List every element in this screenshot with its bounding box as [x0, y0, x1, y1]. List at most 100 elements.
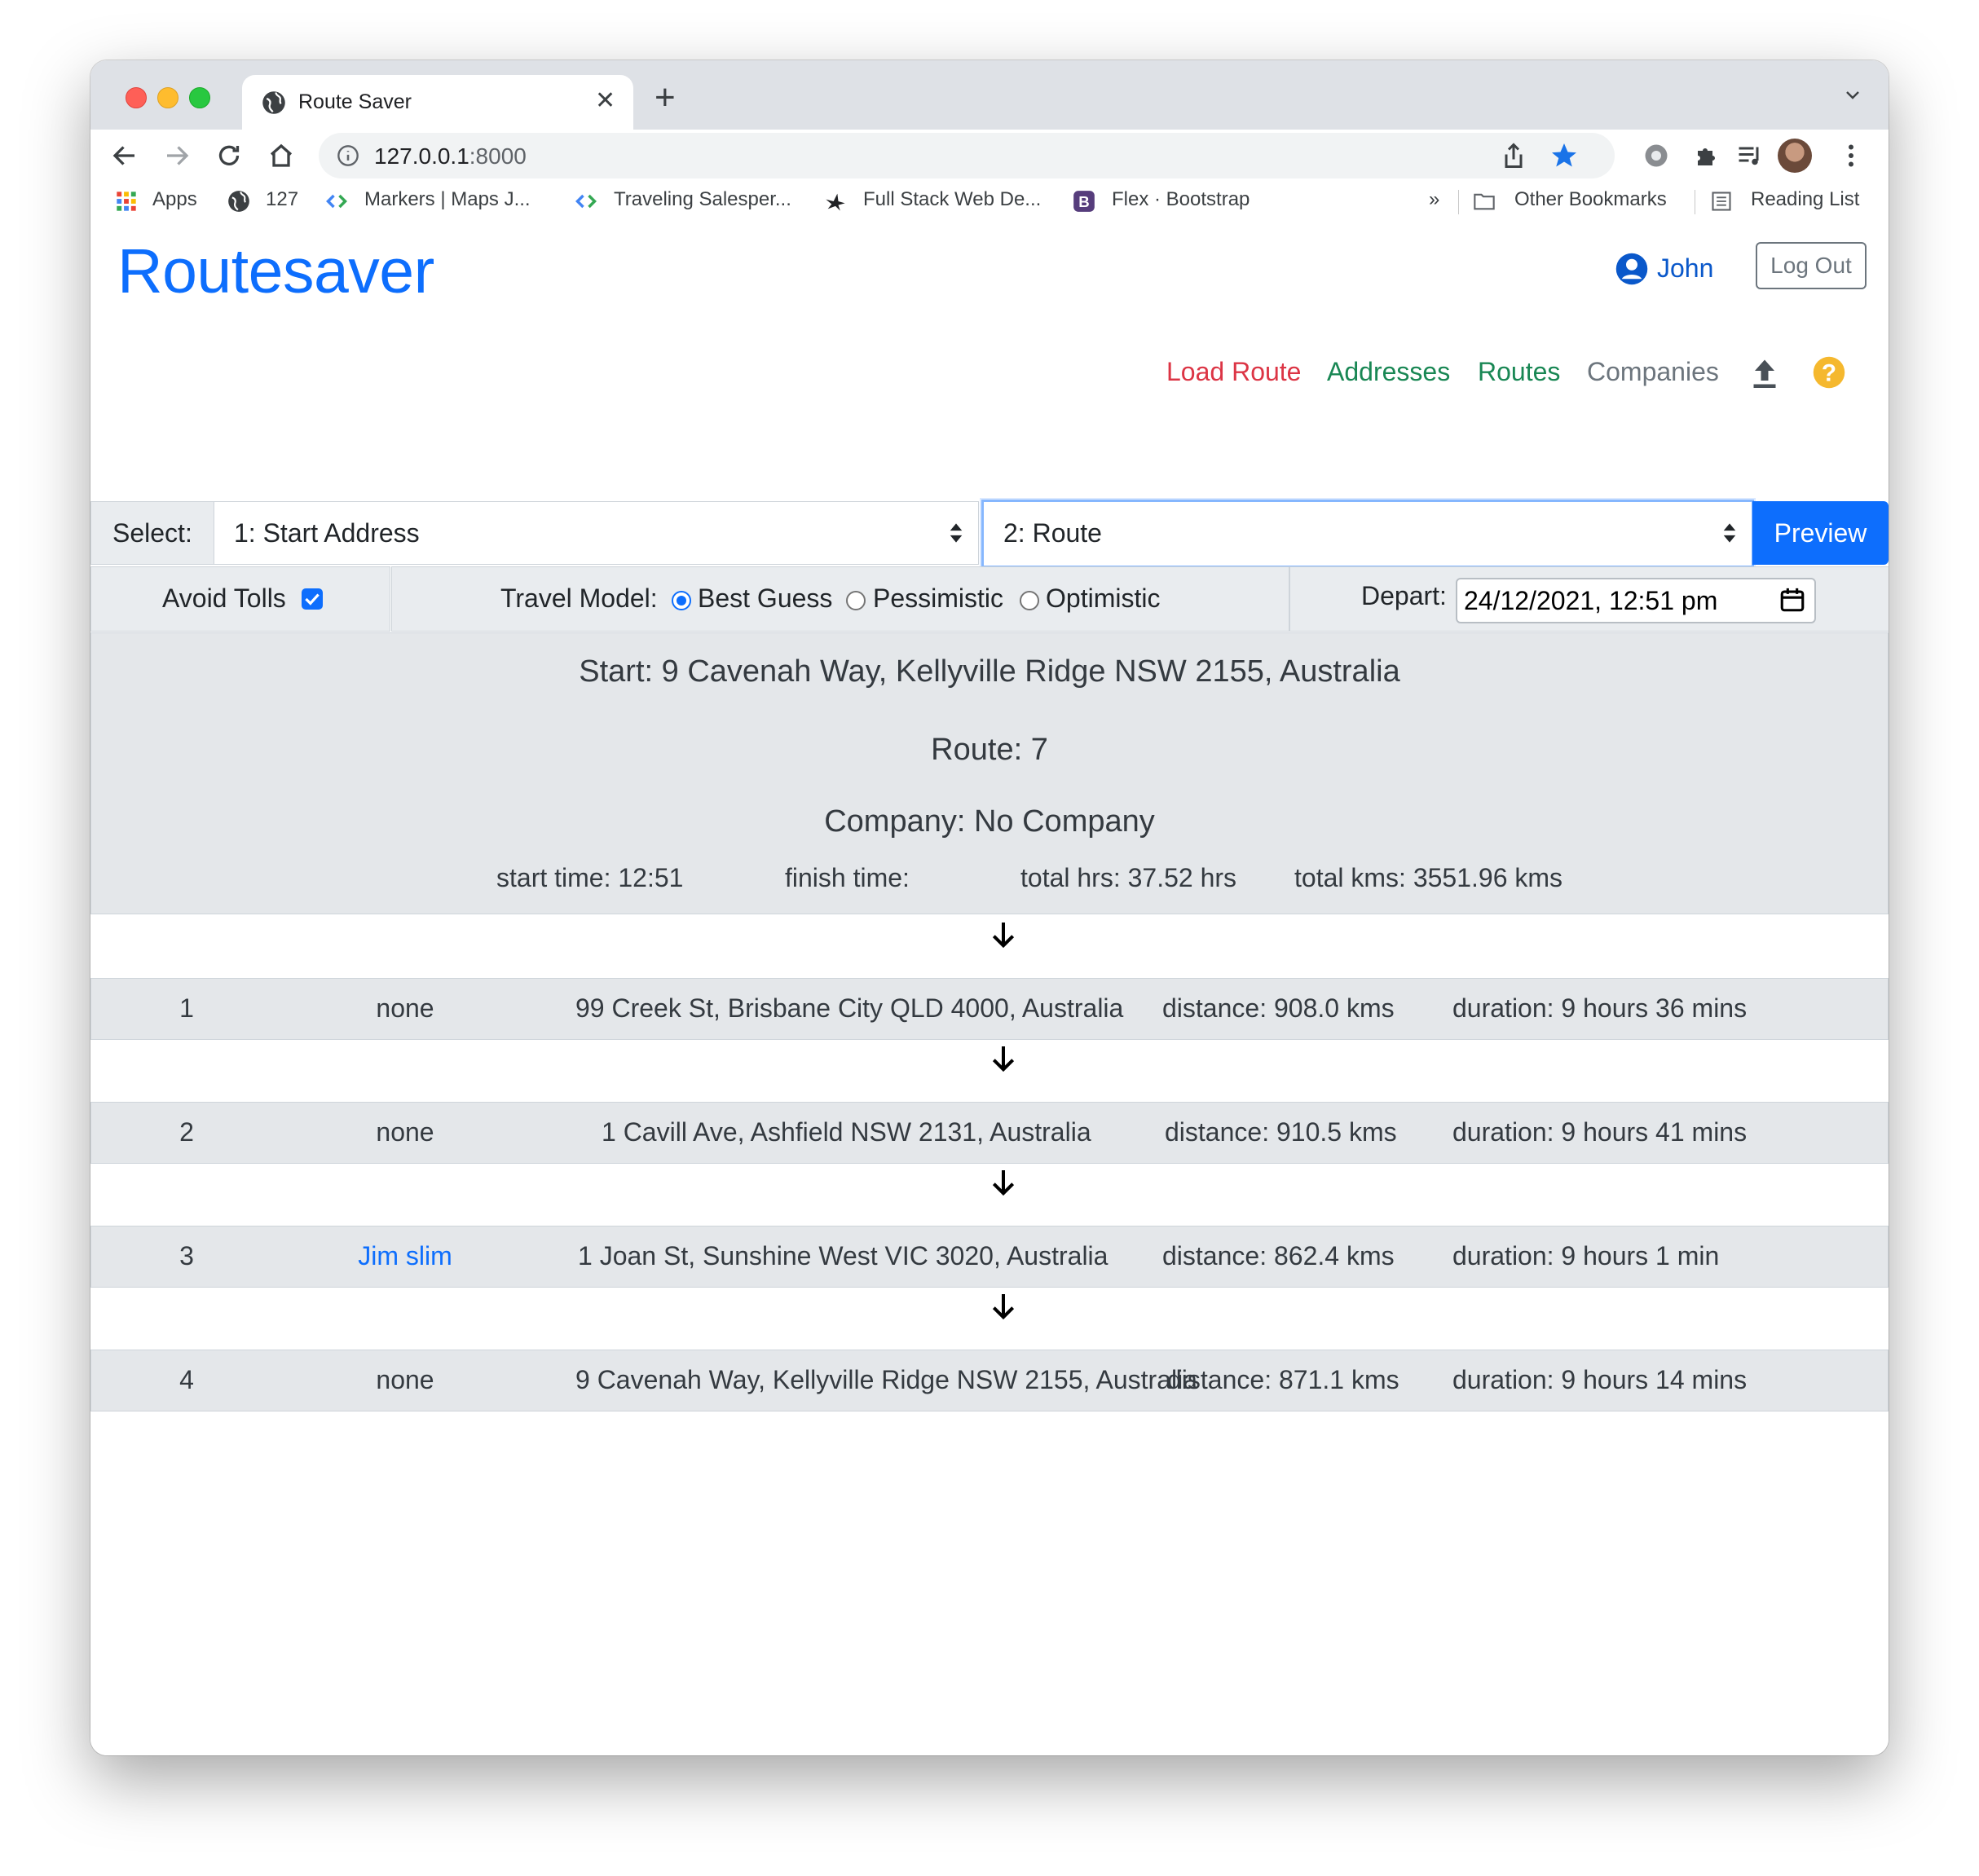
preview-button[interactable]: Preview [1752, 501, 1889, 565]
arrow-down-icon [992, 1046, 1015, 1072]
brand-logo[interactable]: Routesaver [117, 236, 434, 308]
bookmark-127[interactable]: 127 [266, 188, 298, 211]
share-icon[interactable] [1499, 141, 1528, 170]
apps-grid-icon[interactable] [115, 190, 138, 213]
globe-icon [228, 191, 249, 212]
browser-menu-icon[interactable] [1836, 141, 1866, 170]
reading-list-icon [1712, 192, 1731, 211]
stop-number: 1 [179, 993, 194, 1023]
nav-companies[interactable]: Companies [1587, 357, 1719, 387]
radio-optimistic[interactable] [1020, 591, 1039, 610]
stop-contact: none [376, 993, 434, 1023]
forward-icon[interactable] [162, 141, 192, 170]
logout-button[interactable]: Log Out [1756, 242, 1867, 289]
summary-company: Company: No Company [824, 804, 1155, 839]
stop-contact-link[interactable]: Jim slim [358, 1241, 452, 1271]
pessimistic-label[interactable]: Pessimistic [873, 583, 1003, 614]
table-row: 1 none 99 Creek St, Brisbane City QLD 40… [90, 978, 1889, 1040]
page-content: Routesaver John Log Out Load Route Addre… [90, 221, 1889, 1755]
travel-model-cell: Travel Model: Best Guess Pessimistic Opt… [391, 566, 1289, 632]
radio-best-guess[interactable] [672, 591, 691, 610]
tab-title: Route Saver [298, 90, 412, 113]
bookmarks-bar: Apps 127 Markers | Maps J... Traveling S… [90, 182, 1889, 222]
zoom-window-button[interactable] [189, 87, 210, 108]
tab-route-saver[interactable]: Route Saver ✕ [242, 75, 633, 130]
nav-addresses[interactable]: Addresses [1327, 357, 1450, 387]
back-icon[interactable] [110, 141, 139, 170]
browser-window: Route Saver ✕ + 127.0.0.1:8000 Apps 127 … [90, 60, 1889, 1755]
select-row: Select: 1: Start Address 2: Route Previe… [90, 500, 1889, 568]
user-name-link[interactable]: John [1657, 253, 1713, 284]
bookmark-fullstack[interactable]: Full Stack Web De... [863, 188, 1041, 211]
calendar-icon[interactable] [1778, 586, 1806, 614]
profile-avatar[interactable] [1778, 139, 1812, 173]
avoid-tolls-checkbox[interactable] [302, 588, 323, 610]
bookmark-flex[interactable]: Flex · Bootstrap [1112, 188, 1250, 211]
bookmark-markers[interactable]: Markers | Maps J... [364, 188, 531, 211]
tab-close-icon[interactable]: ✕ [595, 86, 615, 115]
table-row: 2 none 1 Cavill Ave, Ashfield NSW 2131, … [90, 1102, 1889, 1164]
select-caret-icon [950, 523, 963, 543]
stop-duration: duration: 9 hours 36 mins [1452, 993, 1748, 1023]
options-row: Avoid Tolls Travel Model: Best Guess Pes… [90, 566, 1889, 632]
table-row: 3 Jim slim 1 Joan St, Sunshine West VIC … [90, 1226, 1889, 1288]
globe-icon [262, 91, 285, 114]
radio-pessimistic[interactable] [846, 591, 866, 610]
media-controls-icon[interactable] [1735, 141, 1765, 170]
select-label: Select: [90, 501, 214, 565]
arrow-down-icon [992, 923, 1015, 949]
bookmark-other[interactable]: Other Bookmarks [1514, 188, 1667, 211]
stop-address: 99 Creek St, Brisbane City QLD 4000, Aus… [575, 993, 1124, 1023]
stop-distance: distance: 871.1 kms [1167, 1365, 1399, 1394]
user-circle-icon [1615, 253, 1648, 285]
stop-address: 1 Cavill Ave, Ashfield NSW 2131, Austral… [602, 1117, 1091, 1147]
stop-contact: none [376, 1365, 434, 1394]
minimize-window-button[interactable] [157, 87, 179, 108]
home-icon[interactable] [267, 141, 296, 170]
svg-text:?: ? [1822, 360, 1836, 387]
stop-distance: distance: 910.5 kms [1165, 1117, 1397, 1147]
extension-gear-icon[interactable] [1642, 141, 1671, 170]
stop-duration: duration: 9 hours 41 mins [1452, 1117, 1748, 1147]
best-guess-label[interactable]: Best Guess [698, 583, 832, 614]
google-dev-icon [326, 194, 347, 209]
nav-routes[interactable]: Routes [1478, 357, 1560, 387]
avoid-tolls-cell: Avoid Tolls [90, 566, 390, 632]
bookmark-apps[interactable]: Apps [152, 188, 197, 211]
optimistic-label[interactable]: Optimistic [1046, 583, 1160, 614]
upload-icon[interactable] [1750, 357, 1779, 390]
stop-duration: duration: 9 hours 14 mins [1452, 1365, 1748, 1394]
stop-contact: none [376, 1117, 434, 1147]
depart-datetime-input[interactable]: 24/12/2021, 12:51 pm [1456, 578, 1816, 623]
folder-icon [1474, 193, 1495, 210]
depart-label: Depart: [1361, 581, 1447, 610]
address-bar[interactable]: 127.0.0.1:8000 [319, 133, 1615, 178]
summary-total-kms: total kms: 3551.96 kms [1294, 863, 1563, 892]
table-row: 4 none 9 Cavenah Way, Kellyville Ridge N… [90, 1350, 1889, 1411]
stop-number: 4 [179, 1365, 194, 1394]
chevron-down-icon[interactable] [1843, 85, 1862, 104]
travel-model-label: Travel Model: [500, 583, 658, 613]
url-text: 127.0.0.1:8000 [374, 143, 527, 169]
more-bookmarks-button[interactable]: » [1429, 188, 1439, 211]
stop-address: 9 Cavenah Way, Kellyville Ridge NSW 2155… [575, 1365, 1198, 1394]
extensions-puzzle-icon[interactable] [1693, 141, 1722, 170]
nav-load-route[interactable]: Load Route [1166, 357, 1301, 387]
summary-start-time: start time: 12:51 [496, 863, 684, 892]
info-icon[interactable] [337, 144, 359, 167]
route-select[interactable]: 2: Route [981, 500, 1754, 568]
bird-icon [826, 193, 845, 211]
start-address-select[interactable]: 1: Start Address [214, 501, 979, 565]
summary-total-hrs: total hrs: 37.52 hrs [1020, 863, 1237, 892]
bookmark-traveling[interactable]: Traveling Salesper... [614, 188, 791, 211]
browser-toolbar: 127.0.0.1:8000 [90, 130, 1889, 182]
bookmark-reading-list[interactable]: Reading List [1751, 188, 1859, 211]
bookmark-star-icon[interactable] [1549, 141, 1579, 170]
close-window-button[interactable] [126, 87, 147, 108]
reload-icon[interactable] [214, 141, 244, 170]
new-tab-button[interactable]: + [655, 80, 676, 116]
help-icon[interactable]: ? [1812, 355, 1846, 390]
avoid-tolls-label: Avoid Tolls [162, 583, 286, 613]
summary-route: Route: 7 [931, 733, 1048, 767]
route-summary: Start: 9 Cavenah Way, Kellyville Ridge N… [90, 632, 1889, 914]
